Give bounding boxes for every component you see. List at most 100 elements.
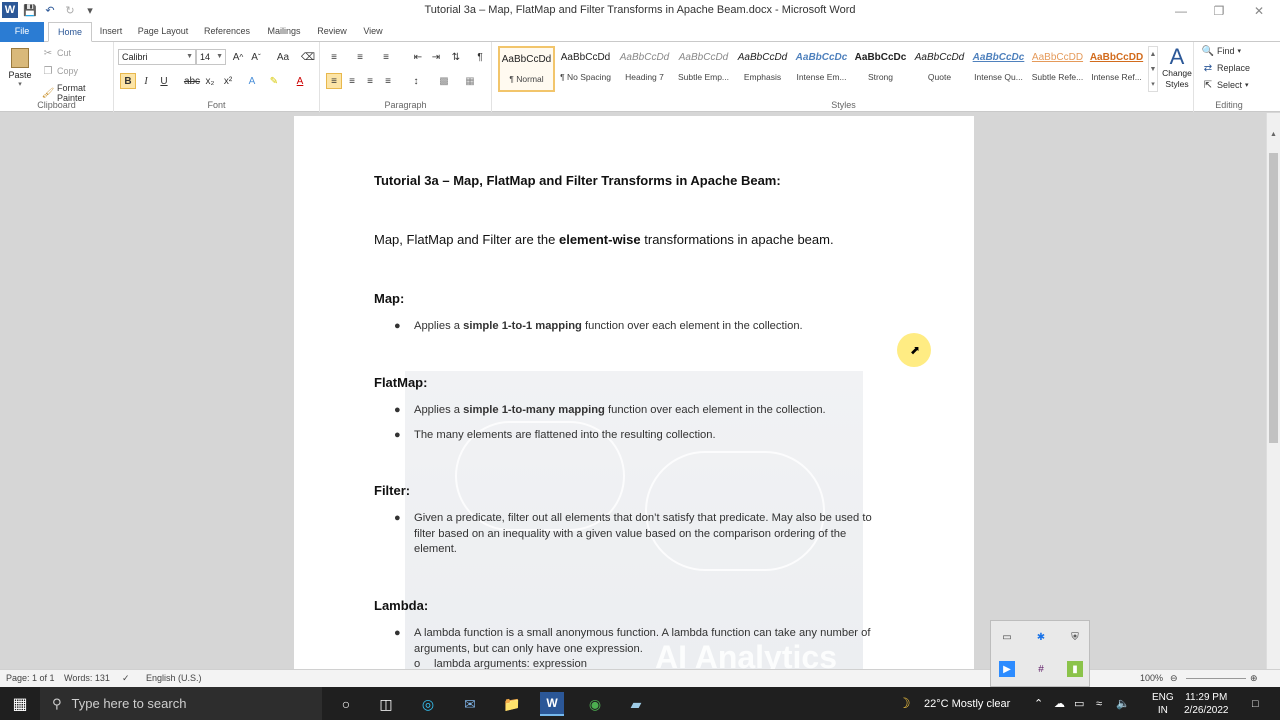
file-explorer-icon[interactable]: 📁 bbox=[500, 692, 524, 716]
slack-icon[interactable]: # bbox=[1033, 661, 1049, 677]
text-effects-icon[interactable]: A bbox=[244, 73, 260, 89]
mail-icon[interactable]: ✉ bbox=[458, 692, 482, 716]
shrink-font-icon[interactable]: Aˇ bbox=[248, 49, 264, 65]
numbering-icon[interactable]: ≡ bbox=[352, 49, 368, 65]
line-spacing-icon[interactable]: ↕ bbox=[408, 73, 424, 89]
language-status[interactable]: English (U.S.) bbox=[146, 673, 202, 683]
zoom-level[interactable]: 100% bbox=[1140, 673, 1163, 683]
bluetooth-icon[interactable]: ✱ bbox=[1033, 629, 1049, 645]
notifications-icon[interactable]: □ bbox=[1252, 687, 1259, 720]
style-emphasis[interactable]: AaBbCcDd Emphasis bbox=[734, 46, 791, 92]
volume-icon[interactable]: 🔈 bbox=[1116, 687, 1130, 720]
wifi-icon[interactable]: ≈ bbox=[1096, 687, 1102, 720]
battery-icon[interactable]: ▭ bbox=[1074, 687, 1084, 720]
italic-button[interactable]: I bbox=[138, 73, 154, 89]
bullets-icon[interactable]: ≡ bbox=[326, 49, 342, 65]
decrease-indent-icon[interactable]: ⇤ bbox=[410, 49, 426, 65]
tab-view[interactable]: View bbox=[358, 22, 388, 42]
chevron-down-icon: ▾ bbox=[18, 81, 22, 88]
copy-button[interactable]: ❐ Copy bbox=[42, 65, 79, 77]
replace-button[interactable]: ⇄ Replace bbox=[1202, 62, 1250, 74]
find-button[interactable]: 🔍 Find ▾ bbox=[1202, 45, 1241, 57]
chrome-icon[interactable]: ◉ bbox=[583, 692, 607, 716]
weather-text[interactable]: 22°C Mostly clear bbox=[924, 687, 1010, 720]
style-subtle-reference[interactable]: AaBbCcDD Subtle Refe... bbox=[1029, 46, 1086, 92]
font-name-dropdown[interactable]: Calibri ▼ bbox=[118, 49, 196, 65]
underline-button[interactable]: U bbox=[156, 73, 172, 89]
subscript-button[interactable]: x₂ bbox=[202, 73, 218, 89]
tab-mailings[interactable]: Mailings bbox=[262, 22, 306, 42]
tab-file[interactable]: File bbox=[0, 22, 44, 42]
start-button[interactable]: ▦ bbox=[0, 687, 40, 720]
input-language[interactable]: ENG IN bbox=[1152, 687, 1174, 720]
tab-references[interactable]: References bbox=[198, 22, 256, 42]
style-intense-reference[interactable]: AaBbCcDD Intense Ref... bbox=[1088, 46, 1145, 92]
align-left-button[interactable]: ≡ bbox=[326, 73, 342, 89]
increase-indent-icon[interactable]: ⇥ bbox=[428, 49, 444, 65]
font-color-icon[interactable]: A bbox=[292, 73, 308, 89]
page-count[interactable]: Page: 1 of 1 bbox=[6, 673, 55, 683]
grow-font-icon[interactable]: A ^ bbox=[230, 49, 246, 65]
cortana-icon[interactable]: ○ bbox=[334, 692, 358, 716]
borders-icon[interactable]: ▦ bbox=[462, 73, 478, 89]
tab-page-layout[interactable]: Page Layout bbox=[134, 22, 192, 42]
clock[interactable]: 11:29 PM 2/26/2022 bbox=[1184, 687, 1229, 720]
style-intense-emphasis[interactable]: AaBbCcDc Intense Em... bbox=[793, 46, 850, 92]
style-no-spacing[interactable]: AaBbCcDd ¶ No Spacing bbox=[557, 46, 614, 92]
vertical-scrollbar[interactable]: ▲ bbox=[1266, 113, 1280, 669]
style-strong[interactable]: AaBbCcDc Strong bbox=[852, 46, 909, 92]
style-normal[interactable]: AaBbCcDd ¶ Normal bbox=[498, 46, 555, 92]
app-icon[interactable]: ▰ bbox=[624, 692, 648, 716]
document-area[interactable]: AI Analytics Tutorial 3a – Map, FlatMap … bbox=[0, 113, 1266, 669]
style-quote[interactable]: AaBbCcDd Quote bbox=[911, 46, 968, 92]
word-taskbar-icon[interactable]: W bbox=[540, 692, 564, 716]
align-right-button[interactable]: ≡ bbox=[362, 73, 378, 89]
cut-button[interactable]: ✂ Cut bbox=[42, 47, 71, 59]
maximize-button[interactable]: ❐ bbox=[1200, 2, 1238, 20]
superscript-button[interactable]: x² bbox=[220, 73, 236, 89]
display-icon[interactable]: ▭ bbox=[999, 629, 1015, 645]
sort-icon[interactable]: ⇅ bbox=[448, 49, 464, 65]
style-subtle-emphasis[interactable]: AaBbCcDd Subtle Emp... bbox=[675, 46, 732, 92]
align-center-button[interactable]: ≡ bbox=[344, 73, 360, 89]
clear-formatting-icon[interactable]: ⌫ bbox=[300, 49, 316, 65]
zoom-app-icon[interactable]: ▶ bbox=[999, 661, 1015, 677]
bold-button[interactable]: B bbox=[120, 73, 136, 89]
paste-button[interactable]: Paste ▾ bbox=[6, 46, 34, 90]
justify-button[interactable]: ≡ bbox=[380, 73, 396, 89]
zoom-in-icon[interactable]: ⊕ bbox=[1250, 673, 1258, 684]
tab-review[interactable]: Review bbox=[312, 22, 352, 42]
weather-icon[interactable]: ☽ bbox=[898, 687, 911, 720]
word-count[interactable]: Words: 131 bbox=[64, 673, 110, 683]
change-case-icon[interactable]: Aa bbox=[272, 49, 294, 65]
show-formatting-icon[interactable]: ¶ bbox=[472, 49, 488, 65]
strikethrough-button[interactable]: abc bbox=[184, 73, 200, 89]
tab-home[interactable]: Home bbox=[48, 22, 92, 42]
taskbar-search[interactable]: ⚲ Type here to search bbox=[40, 687, 322, 720]
style-intense-quote[interactable]: AaBbCcDc Intense Qu... bbox=[970, 46, 1027, 92]
scrollbar-thumb[interactable] bbox=[1269, 153, 1278, 443]
onedrive-icon[interactable]: ☁ bbox=[1054, 687, 1065, 720]
shading-icon[interactable]: ▩ bbox=[436, 73, 452, 89]
select-button[interactable]: ⇱ Select ▾ bbox=[1202, 79, 1249, 91]
document-page[interactable]: AI Analytics Tutorial 3a – Map, FlatMap … bbox=[294, 116, 974, 669]
edge-icon[interactable]: ◎ bbox=[416, 692, 440, 716]
tab-insert[interactable]: Insert bbox=[94, 22, 128, 42]
change-styles-button[interactable]: A Change Styles bbox=[1162, 46, 1192, 90]
show-hidden-icons[interactable]: ⌃ bbox=[1034, 687, 1043, 720]
font-size-dropdown[interactable]: 14 ▼ bbox=[196, 49, 226, 65]
zoom-out-icon[interactable]: ⊖ bbox=[1170, 673, 1178, 684]
scroll-up-icon[interactable]: ▲ bbox=[1267, 131, 1280, 138]
proofing-icon[interactable]: ✓ bbox=[122, 673, 130, 684]
style-heading-7[interactable]: AaBbCcDd Heading 7 bbox=[616, 46, 673, 92]
close-button[interactable]: ✕ bbox=[1240, 2, 1278, 20]
chevron-down-icon: ▼ bbox=[186, 53, 193, 60]
task-view-icon[interactable]: ◫ bbox=[374, 692, 398, 716]
app-tray-icon[interactable]: ▮ bbox=[1067, 661, 1083, 677]
styles-scroll[interactable]: ▲ ▼ ▾ bbox=[1148, 46, 1158, 92]
minimize-button[interactable]: — bbox=[1162, 2, 1200, 20]
multilevel-list-icon[interactable]: ≡ bbox=[378, 49, 394, 65]
highlight-icon[interactable]: ✎ bbox=[266, 73, 282, 89]
zoom-slider[interactable] bbox=[1186, 678, 1246, 679]
security-icon[interactable]: ⛨ bbox=[1067, 629, 1083, 645]
